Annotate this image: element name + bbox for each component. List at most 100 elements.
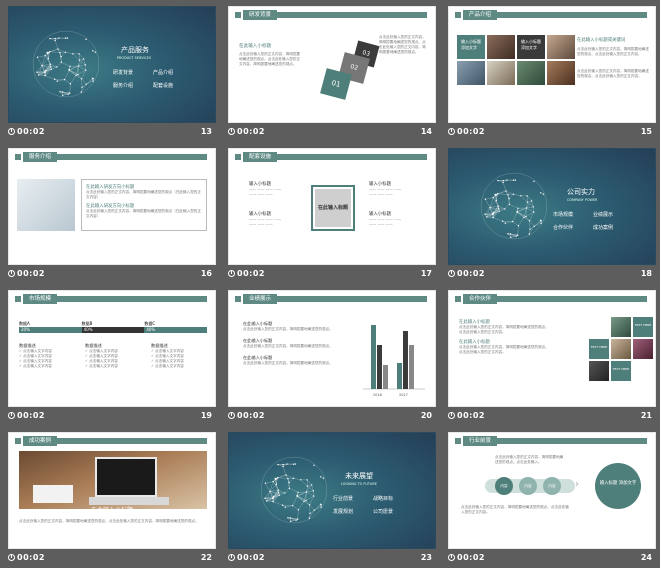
slide-thumbnail[interactable]: 服务介绍 在此输入研发方向小标题 点击此处输入您的正文内容，简明扼要地阐述您的观点（… [0,142,220,284]
info-box: 输入小标题 添加文字 [517,35,545,59]
timing-value: 00:02 [17,411,45,420]
photo [611,339,631,359]
slide-preview[interactable]: 行业前景 点击此处输入您的正文内容，简明扼要地阐述您的观点。点击此处输入。 内容 内容… [448,432,656,549]
timing-value: 00:02 [17,127,45,136]
bar-pct: 40% [81,327,145,333]
slide-header-label: 配套设施 [241,152,278,162]
section-item[interactable]: 业绩展示 [593,211,633,218]
timing-label[interactable]: 00:02 [8,269,45,278]
section-item[interactable]: 市场规模 [553,211,593,218]
text-tile: TEXT HERE [589,339,609,359]
section-item[interactable]: 成功案例 [593,224,633,231]
slide-thumbnail[interactable]: 产品服务 PRODUCT SERVICES 研发背景 产品介绍 服务介绍 配套设施 00:0… [0,0,220,142]
timing-label[interactable]: 00:02 [448,553,485,562]
photo [611,317,631,337]
section-item[interactable]: 配套设施 [153,82,193,89]
step-circle: 内容 [519,477,537,495]
stopwatch-icon [8,128,15,135]
slide-header-label: 研发背景 [241,10,278,20]
slide-thumbnail[interactable]: 产品介绍 输入小标题 添加文字 输入小标题 添加文字 在此输入小标题或关键词 点击此处输… [440,0,660,142]
section-title: 未来展望 [345,472,373,480]
slide-thumbnail[interactable]: 成功案例 在此输入小标题 点击此处输入您的正文内容，简明扼要地阐述您的观点。点击此处… [0,426,220,568]
slide-number: 13 [200,127,212,136]
timing-label[interactable]: 00:02 [448,269,485,278]
body-text: 点击此处输入您的正文内容，简明扼要地阐述您的观点。点击此处输入您的正文内容。 [577,69,649,78]
network-sphere-graphic [31,29,101,103]
timing-label[interactable]: 00:02 [8,411,45,420]
slide-thumbnail[interactable]: 配套设施 在此输入标题 输入小标题 —— —— —— —— —— —— —— 输入小标题 —… [220,142,440,284]
timing-label[interactable]: 00:02 [228,553,265,562]
slide-preview[interactable]: 合作伙伴 在此输入小标题 点击此处输入您的正文内容，简明扼要地阐述您的观点。点击此处… [448,290,656,407]
slide-header: 产品介绍 [449,10,655,20]
slide-number: 16 [200,269,212,278]
stopwatch-icon [448,412,455,419]
body-text: 点击此处输入您的正文内容，简明扼要地阐述您的观点（在此输入您的正文内容） [86,209,201,218]
slide-thumbnail[interactable]: 业绩展示 在此输入小标题 点击此处输入您的正文内容，简明扼要地阐述您的观点。 在此输入… [220,284,440,426]
slide-preview[interactable]: 配套设施 在此输入标题 输入小标题 —— —— —— —— —— —— —— 输入小标题 —… [228,148,436,265]
slide-preview[interactable]: 研发背景 在此输入小标题 点击此处输入您的正文内容，简明扼要地阐述您的观点。点击此处… [228,6,436,123]
body-text: 点击此处输入您的正文内容，简明扼要地阐述您的观点。点击此处输入您的正文内容。 [577,47,649,56]
slide-preview[interactable]: 业绩展示 在此输入小标题 点击此处输入您的正文内容，简明扼要地阐述您的观点。 在此输入… [228,290,436,407]
section-item[interactable]: 公司愿景 [373,508,413,515]
photo [547,35,575,59]
caption: 在此输入小标题 [91,507,134,514]
section-title: 公司实力 [567,188,595,196]
body-text: 点击此处输入您的正文内容，简明扼要地阐述您的观点（在此输入您的正文内容） [86,190,201,199]
slide-footer: 00:02 13 [8,126,216,140]
timing-label[interactable]: 00:02 [448,411,485,420]
timing-label[interactable]: 00:02 [8,127,45,136]
section-item[interactable]: 服务介绍 [113,82,153,89]
slide-thumbnail[interactable]: 公司实力 COMPANY POWER 市场规模 业绩展示 合作伙伴 成功案例 00:02 18 [440,142,660,284]
timing-label[interactable]: 00:02 [448,127,485,136]
slide-thumbnail[interactable]: 市场规模 数据A 20% 数据B 40% 数据C 40% 数据描述 ✓ 点击输入文字内容 ✓ 点击… [0,284,220,426]
slide-preview[interactable]: 市场规模 数据A 20% 数据B 40% 数据C 40% 数据描述 ✓ 点击输入文字内容 ✓ 点击… [8,290,216,407]
timing-value: 00:02 [457,127,485,136]
step-circle: 内容 [543,477,561,495]
slide-header-label: 产品介绍 [461,10,498,20]
slide-thumbnail[interactable]: 行业前景 点击此处输入您的正文内容，简明扼要地阐述您的观点。点击此处输入。 内容 内容… [440,426,660,568]
section-item[interactable]: 产品介绍 [153,69,193,76]
slide-thumbnail[interactable]: 研发背景 在此输入小标题 点击此处输入您的正文内容，简明扼要地阐述您的观点。点击此处… [220,0,440,142]
slide-header-label: 成功案例 [21,436,58,446]
slide-footer: 00:02 19 [8,410,216,424]
timing-label[interactable]: 00:02 [8,553,45,562]
section-item[interactable]: 研发背景 [113,69,153,76]
stopwatch-icon [228,128,235,135]
slide-header: 合作伙伴 [449,294,655,304]
section-item[interactable]: 战略目标 [373,495,413,502]
slide-number: 24 [640,553,652,562]
slide-header: 业绩展示 [229,294,435,304]
slide-thumbnail[interactable]: 未来展望 LOOKING TO FUTURE 行业前景 战略目标 发展规划 公司愿景 00:… [220,426,440,568]
slide-preview[interactable]: 产品介绍 输入小标题 添加文字 输入小标题 添加文字 在此输入小标题或关键词 点击此处输… [448,6,656,123]
timing-label[interactable]: 00:02 [228,269,265,278]
slide-preview[interactable]: 成功案例 在此输入小标题 点击此处输入您的正文内容，简明扼要地阐述您的观点。点击此处… [8,432,216,549]
slide-number: 19 [200,411,212,420]
info-box: 输入小标题 添加文字 [457,35,485,59]
timing-label[interactable]: 00:02 [228,411,265,420]
slide-preview[interactable]: 服务介绍 在此输入研发方向小标题 点击此处输入您的正文内容，简明扼要地阐述您的观点（… [8,148,216,265]
timing-value: 00:02 [237,127,265,136]
slide-footer: 00:02 14 [228,126,436,140]
photo [547,61,575,85]
timing-value: 00:02 [237,411,265,420]
section-item[interactable]: 行业前景 [333,495,373,502]
network-sphere-graphic [259,455,329,529]
slide-sorter-grid: 产品服务 PRODUCT SERVICES 研发背景 产品介绍 服务介绍 配套设施 00:0… [0,0,660,568]
stopwatch-icon [228,554,235,561]
timing-value: 00:02 [237,269,265,278]
slide-thumbnail[interactable]: 合作伙伴 在此输入小标题 点击此处输入您的正文内容，简明扼要地阐述您的观点。点击此处… [440,284,660,426]
slide-preview[interactable]: 产品服务 PRODUCT SERVICES 研发背景 产品介绍 服务介绍 配套设施 [8,6,216,123]
side-text: 点击此处输入您的正文内容，简明扼要地阐述您的观点。点击此处输入您的正文内容，简明… [379,35,426,54]
photo [517,61,545,85]
slide-preview[interactable]: 公司实力 COMPANY POWER 市场规模 业绩展示 合作伙伴 成功案例 [448,148,656,265]
slide-number: 18 [640,269,652,278]
timing-label[interactable]: 00:02 [228,127,265,136]
section-item[interactable]: 合作伙伴 [553,224,593,231]
stopwatch-icon [228,270,235,277]
slide-preview[interactable]: 未来展望 LOOKING TO FUTURE 行业前景 战略目标 发展规划 公司愿景 [228,432,436,549]
stopwatch-icon [448,554,455,561]
year-label: 2016 [373,393,382,397]
section-item[interactable]: 发展规划 [333,508,373,515]
timing-value: 00:02 [237,553,265,562]
slide-header-label: 市场规模 [21,294,58,304]
